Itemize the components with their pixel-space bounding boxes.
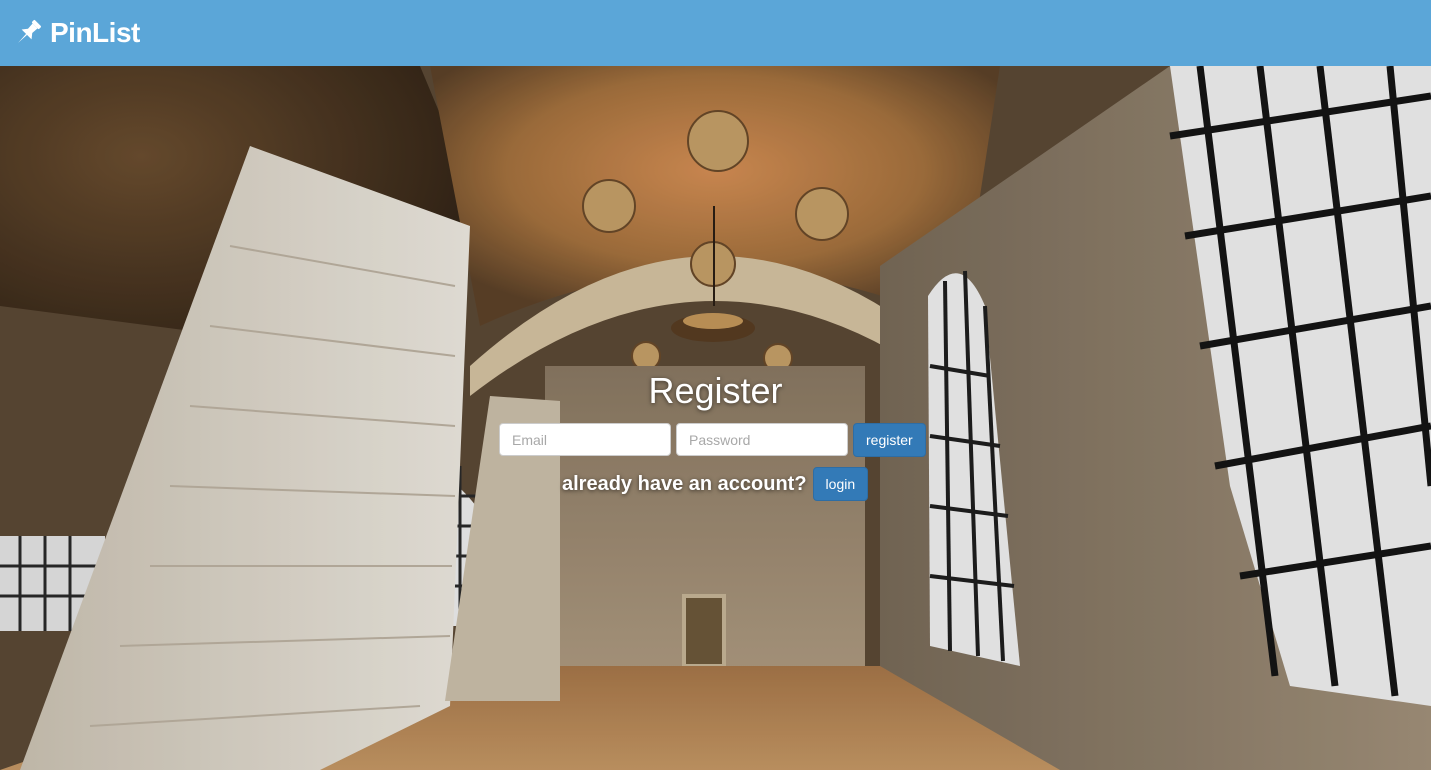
password-field[interactable] <box>676 423 848 456</box>
register-form: register <box>499 423 926 457</box>
top-navbar: PinList <box>0 0 1431 66</box>
register-title: Register <box>648 370 783 411</box>
brand-name: PinList <box>50 17 140 48</box>
register-button[interactable]: register <box>853 423 926 457</box>
pushpin-icon <box>18 19 42 43</box>
email-field[interactable] <box>499 423 671 456</box>
login-prompt: already have an account? <box>562 472 807 495</box>
login-button[interactable]: login <box>812 467 869 501</box>
login-row: already have an account? login <box>562 467 869 501</box>
register-form-area: Register register already have an accoun… <box>0 66 1431 770</box>
brand-link[interactable]: PinList <box>12 17 140 49</box>
